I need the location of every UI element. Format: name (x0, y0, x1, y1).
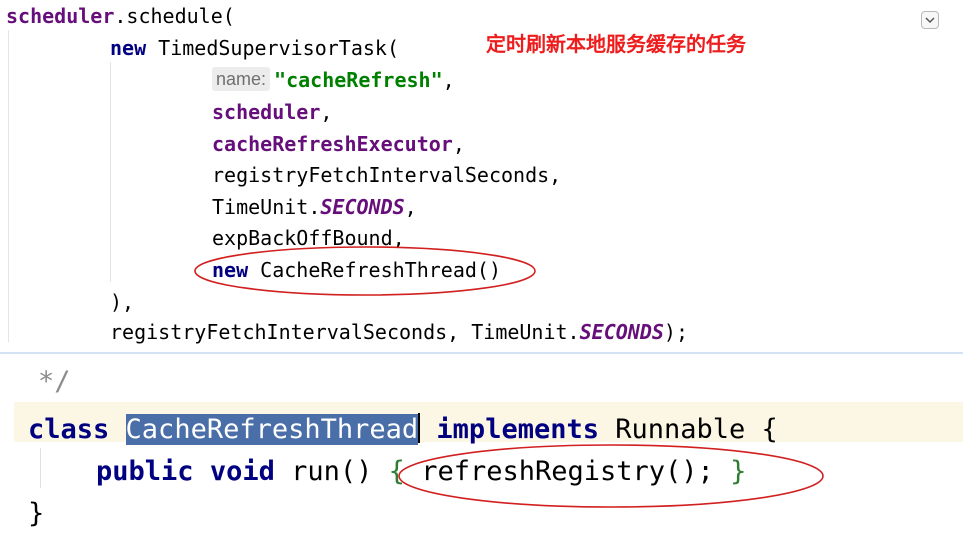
code-line[interactable]: registryFetchIntervalSeconds, (212, 161, 561, 189)
code-text: } (28, 498, 45, 529)
highlight-ellipse (194, 246, 536, 296)
text-caret (418, 413, 421, 443)
comment: */ (38, 366, 71, 397)
code-line[interactable]: scheduler.schedule( (6, 2, 235, 30)
code-text: , (320, 100, 333, 124)
code-line[interactable]: ), (110, 288, 134, 316)
panel-divider (0, 352, 963, 354)
code-line[interactable]: TimeUnit.SECONDS, (212, 193, 417, 221)
enum-constant: SECONDS (579, 320, 664, 344)
keyword: class (28, 414, 110, 445)
code-line[interactable]: cacheRefreshExecutor, (212, 130, 465, 158)
selected-class-name[interactable]: CacheRefreshThread (125, 414, 419, 445)
chevron-down-icon (925, 17, 935, 24)
code-text: TimedSupervisorTask( (146, 36, 399, 60)
code-text: , (404, 195, 417, 219)
code-text: .schedule( (114, 4, 235, 28)
keyword: new (110, 36, 147, 60)
annotation-label: 定时刷新本地服务缓存的任务 (486, 32, 746, 56)
code-line[interactable]: name: "cacheRefresh", (212, 66, 455, 94)
code-text: , (452, 132, 465, 156)
code-line[interactable]: */ (38, 362, 71, 402)
code-text: ), (110, 290, 135, 314)
collapse-button[interactable] (921, 11, 939, 29)
enum-constant: SECONDS (320, 195, 405, 219)
keyword: void (209, 456, 275, 487)
indent-guide (8, 30, 9, 342)
code-line[interactable]: new TimedSupervisorTask( (110, 34, 399, 62)
string-literal: "cacheRefresh" (274, 68, 443, 92)
code-line[interactable]: } (28, 494, 44, 534)
top-editor-panel: scheduler.schedule( new TimedSupervisorT… (0, 0, 963, 352)
code-text: registryFetchIntervalSeconds, (212, 163, 562, 187)
method-name: run() (291, 456, 373, 487)
parameter-hint: name: (212, 67, 271, 91)
code-text: TimeUnit. (212, 195, 321, 219)
indent-guide (40, 448, 41, 488)
code-line[interactable]: scheduler, (212, 98, 332, 126)
keyword: implements (436, 414, 599, 445)
identifier: cacheRefreshExecutor (212, 132, 453, 156)
code-line[interactable]: registryFetchIntervalSeconds, TimeUnit.S… (110, 318, 688, 346)
code-text: registryFetchIntervalSeconds, TimeUnit. (110, 320, 580, 344)
bottom-editor-panel: */ class CacheRefreshThread implements R… (0, 356, 963, 544)
code-text: , (442, 68, 455, 92)
indent-guide (110, 62, 111, 282)
highlight-ellipse (398, 444, 824, 508)
code-text: Runnable { (615, 414, 778, 445)
code-text: ); (663, 320, 688, 344)
keyword: public (96, 456, 194, 487)
identifier: scheduler (6, 4, 115, 28)
identifier: scheduler (212, 100, 321, 124)
